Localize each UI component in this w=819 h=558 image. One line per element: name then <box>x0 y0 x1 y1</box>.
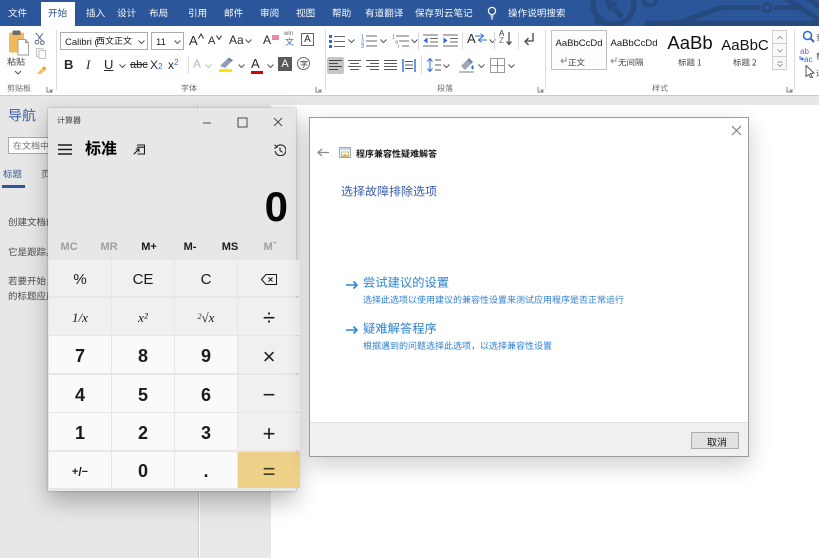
svg-text:3: 3 <box>361 44 364 48</box>
svg-text:i: i <box>398 44 399 48</box>
